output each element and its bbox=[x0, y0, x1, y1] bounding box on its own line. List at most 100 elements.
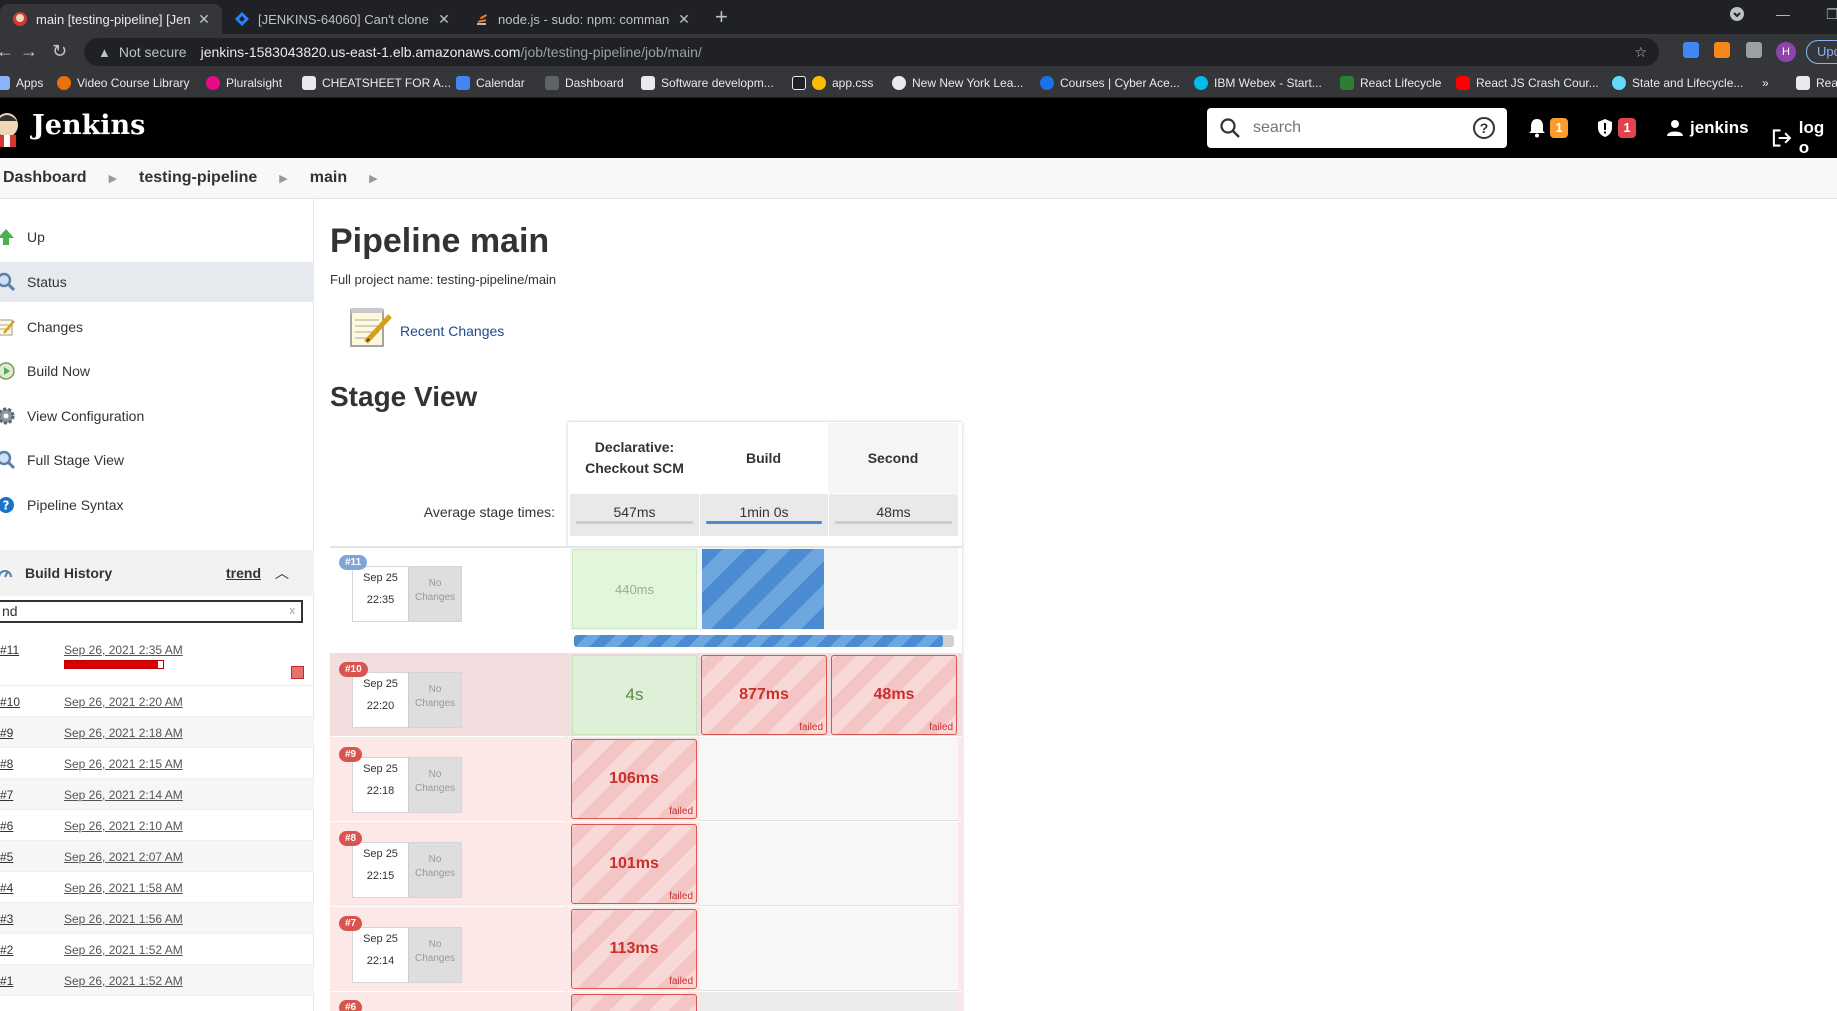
build-date-link[interactable]: Sep 26, 2021 1:52 AM bbox=[64, 943, 183, 957]
abort-build-icon[interactable] bbox=[291, 666, 304, 679]
stage-cell-failed[interactable]: 101ms failed bbox=[571, 824, 697, 904]
breadcrumb-testing-pipeline[interactable]: testing-pipeline bbox=[139, 169, 257, 187]
build-history-row[interactable]: #7 Sep 26, 2021 2:14 AM bbox=[0, 779, 314, 810]
bookmark-star-icon[interactable]: ☆ bbox=[1634, 44, 1647, 61]
build-number-link[interactable]: #1 bbox=[0, 974, 13, 988]
build-date-link[interactable]: Sep 26, 2021 2:10 AM bbox=[64, 819, 183, 833]
build-number-link[interactable]: #6 bbox=[0, 819, 13, 833]
new-tab-icon[interactable]: + bbox=[715, 4, 728, 30]
browser-tab-jira[interactable]: [JENKINS-64060] Can't clone priv ✕ bbox=[222, 4, 462, 34]
stage-cell-failed[interactable]: 877ms failed bbox=[701, 655, 827, 735]
task-status[interactable]: Status bbox=[0, 262, 314, 302]
build-number-link[interactable]: #5 bbox=[0, 850, 13, 864]
build-number-link[interactable]: #9 bbox=[0, 726, 13, 740]
forward-icon[interactable]: → bbox=[20, 41, 38, 62]
back-icon[interactable]: ← bbox=[0, 41, 14, 62]
build-number-link[interactable]: #10 bbox=[0, 695, 20, 709]
task-changes[interactable]: Changes bbox=[0, 307, 314, 347]
build-date-link[interactable]: Sep 26, 2021 2:18 AM bbox=[64, 726, 183, 740]
collapse-chevron-icon[interactable]: ︿ bbox=[275, 563, 289, 583]
security-button[interactable]: 1 bbox=[1596, 118, 1636, 138]
security-label[interactable]: Not secure bbox=[119, 44, 187, 60]
search-input[interactable] bbox=[1253, 119, 1463, 137]
tab-search-icon[interactable] bbox=[1729, 6, 1745, 25]
profile-avatar[interactable]: H bbox=[1776, 42, 1796, 62]
bookmark-pluralsight[interactable]: Pluralsight bbox=[206, 76, 282, 90]
run-badge[interactable]: #11 bbox=[339, 555, 368, 570]
bookmark-reading-list[interactable]: Rea bbox=[1796, 76, 1837, 90]
stage-cell-failed[interactable]: 113ms failed bbox=[571, 909, 697, 989]
build-history-row[interactable]: #8 Sep 26, 2021 2:15 AM bbox=[0, 748, 314, 779]
stage-cell[interactable]: 440ms bbox=[572, 549, 697, 629]
recent-changes-link[interactable]: Recent Changes bbox=[400, 323, 504, 339]
metamask-icon[interactable] bbox=[1714, 42, 1730, 58]
build-date-link[interactable]: Sep 26, 2021 1:58 AM bbox=[64, 881, 183, 895]
bookmark-react-crash-course[interactable]: React JS Crash Cour... bbox=[1456, 76, 1599, 90]
close-tab-icon[interactable]: ✕ bbox=[436, 11, 452, 28]
task-full-stage-view[interactable]: Full Stage View bbox=[0, 440, 314, 480]
bookmark-cyber-ace[interactable]: Courses | Cyber Ace... bbox=[1040, 76, 1180, 90]
extension-icon[interactable] bbox=[1683, 42, 1699, 58]
build-history-row[interactable]: #9 Sep 26, 2021 2:18 AM bbox=[0, 717, 314, 748]
trend-link[interactable]: trend bbox=[226, 565, 261, 581]
build-history-row[interactable]: #3 Sep 26, 2021 1:56 AM bbox=[0, 903, 314, 934]
bookmark-state-lifecycle[interactable]: State and Lifecycle... bbox=[1612, 76, 1743, 90]
restore-icon[interactable]: ❐ bbox=[1826, 6, 1837, 23]
run-card[interactable]: Sep 25 22:14 No Changes bbox=[352, 927, 462, 983]
bookmark-calendar[interactable]: Calendar bbox=[456, 76, 525, 90]
run-badge[interactable]: #7 bbox=[339, 916, 363, 931]
stage-cell-running[interactable] bbox=[702, 549, 824, 629]
build-number-link[interactable]: #2 bbox=[0, 943, 13, 957]
breadcrumb-chevron-icon[interactable]: ▶ bbox=[109, 172, 117, 185]
bookmarks-more-icon[interactable]: » bbox=[1762, 76, 1769, 90]
task-build-now[interactable]: Build Now bbox=[0, 351, 314, 391]
minimize-icon[interactable]: — bbox=[1776, 6, 1790, 22]
bookmark-new-york[interactable]: New New York Lea... bbox=[892, 76, 1023, 90]
build-history-row[interactable]: #6 Sep 26, 2021 2:10 AM bbox=[0, 810, 314, 841]
logout-button[interactable]: log o bbox=[1772, 118, 1837, 158]
stage-cell-failed[interactable]: 106ms failed bbox=[571, 739, 697, 819]
build-history-row[interactable]: #10 Sep 26, 2021 2:20 AM bbox=[0, 686, 314, 717]
bookmark-dashboard[interactable]: Dashboard bbox=[545, 76, 624, 90]
build-date-link[interactable]: Sep 26, 2021 2:35 AM bbox=[64, 643, 183, 657]
bookmark-video-course-library[interactable]: Video Course Library bbox=[57, 76, 190, 90]
run-badge[interactable]: #6 bbox=[339, 1000, 363, 1011]
jenkins-logo-icon[interactable] bbox=[0, 111, 22, 147]
stage-cell-failed[interactable] bbox=[571, 994, 697, 1011]
address-bar[interactable]: ▲ Not secure jenkins-1583043820.us-east-… bbox=[84, 38, 1659, 66]
build-number-link[interactable]: #4 bbox=[0, 881, 13, 895]
build-date-link[interactable]: Sep 26, 2021 1:52 AM bbox=[64, 974, 183, 988]
bookmark-app-css[interactable]: app.css bbox=[792, 76, 873, 90]
extensions-puzzle-icon[interactable] bbox=[1746, 42, 1762, 58]
task-pipeline-syntax[interactable]: ? Pipeline Syntax bbox=[0, 485, 314, 525]
run-card[interactable]: Sep 25 22:35 No Changes bbox=[352, 566, 462, 622]
build-date-link[interactable]: Sep 26, 2021 2:14 AM bbox=[64, 788, 183, 802]
breadcrumb-main[interactable]: main bbox=[310, 169, 347, 187]
notifications-button[interactable]: 1 bbox=[1528, 118, 1568, 138]
build-history-row[interactable]: #1 Sep 26, 2021 1:52 AM bbox=[0, 965, 314, 996]
build-number-link[interactable]: #11 bbox=[0, 643, 19, 657]
jenkins-title[interactable]: Jenkins bbox=[32, 110, 145, 141]
build-history-row[interactable]: #11 Sep 26, 2021 2:35 AM bbox=[0, 634, 314, 686]
run-card[interactable]: Sep 25 22:20 No Changes bbox=[352, 672, 462, 728]
run-badge[interactable]: #10 bbox=[339, 662, 368, 677]
build-history-row[interactable]: #4 Sep 26, 2021 1:58 AM bbox=[0, 872, 314, 903]
close-tab-icon[interactable]: ✕ bbox=[196, 11, 212, 28]
bookmark-apps[interactable]: Apps bbox=[0, 76, 43, 90]
bookmark-react-lifecycle[interactable]: React Lifecycle bbox=[1340, 76, 1441, 90]
close-tab-icon[interactable]: ✕ bbox=[676, 11, 692, 28]
build-number-link[interactable]: #8 bbox=[0, 757, 13, 771]
build-date-link[interactable]: Sep 26, 2021 2:15 AM bbox=[64, 757, 183, 771]
build-number-link[interactable]: #7 bbox=[0, 788, 13, 802]
bookmark-software-development[interactable]: Software developm... bbox=[641, 76, 774, 90]
browser-tab-stackoverflow[interactable]: node.js - sudo: npm: command n ✕ bbox=[462, 4, 702, 34]
task-view-configuration[interactable]: View Configuration bbox=[0, 396, 314, 436]
run-card[interactable]: Sep 25 22:18 No Changes bbox=[352, 757, 462, 813]
breadcrumb-dashboard[interactable]: Dashboard bbox=[3, 169, 87, 187]
reload-icon[interactable]: ↻ bbox=[52, 41, 67, 62]
build-date-link[interactable]: Sep 26, 2021 1:56 AM bbox=[64, 912, 183, 926]
update-button[interactable]: Upd bbox=[1806, 40, 1837, 64]
stage-cell-failed[interactable]: 48ms failed bbox=[831, 655, 957, 735]
build-date-link[interactable]: Sep 26, 2021 2:07 AM bbox=[64, 850, 183, 864]
stage-cell[interactable]: 4s bbox=[572, 655, 697, 735]
